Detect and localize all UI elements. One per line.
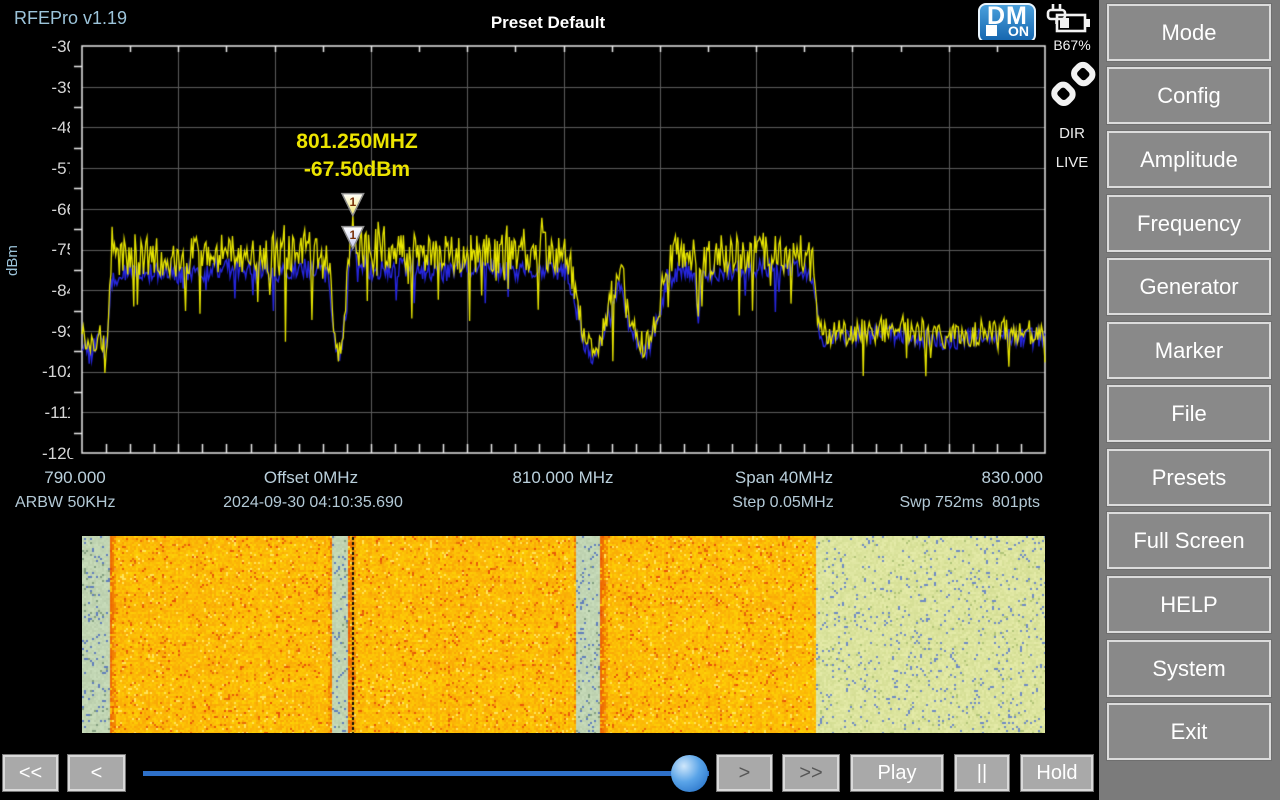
menu-button-config[interactable]: Config — [1107, 67, 1271, 124]
y-tick-label: -93 — [0, 322, 76, 342]
freq-offset-label: Offset 0MHz — [264, 468, 358, 488]
y-tick-label: -48 — [0, 118, 76, 138]
dm-square-icon — [986, 25, 997, 36]
step-back-button[interactable]: < — [68, 755, 125, 791]
menu-button-marker[interactable]: Marker — [1107, 322, 1271, 379]
y-tick-label: -75 — [0, 240, 76, 260]
menu-button-system[interactable]: System — [1107, 640, 1271, 697]
y-tick-label: -111 — [0, 403, 76, 423]
timestamp-label: 2024-09-30 04:10:35.690 — [223, 494, 403, 512]
page-title: Preset Default — [0, 13, 1096, 33]
sweep-label: Swp 752ms 801pts — [899, 494, 1040, 512]
marker-1-average-number: 1 — [349, 228, 356, 242]
menu-panel: Mode Config Amplitude Frequency Generato… — [1099, 0, 1280, 800]
marker-readout: 801.250MHZ -67.50dBm — [237, 128, 477, 184]
menu-button-file[interactable]: File — [1107, 385, 1271, 442]
marker-1-peak-number: 1 — [349, 195, 356, 209]
y-tick-label: -120 — [0, 444, 76, 464]
battery-charging-icon — [1044, 3, 1092, 35]
battery-level-label: B67% — [1046, 37, 1098, 53]
waterfall-canvas[interactable] — [82, 536, 1045, 733]
freq-span-label: Span 40MHz — [735, 468, 833, 488]
y-tick-label: -39 — [0, 78, 76, 98]
y-tick-label: -84 — [0, 281, 76, 301]
step-label: Step 0.05MHz — [732, 494, 833, 512]
dm-toggle-indicator[interactable]: DM ON — [978, 3, 1036, 43]
spectrum-plot-canvas[interactable] — [70, 40, 1050, 458]
live-status-label: LIVE — [1046, 154, 1098, 171]
menu-button-presets[interactable]: Presets — [1107, 449, 1271, 506]
rewind-button[interactable]: << — [3, 755, 58, 791]
timeline-slider-thumb[interactable] — [671, 755, 708, 792]
menu-button-mode[interactable]: Mode — [1107, 4, 1271, 61]
menu-button-help[interactable]: HELP — [1107, 576, 1271, 633]
pause-button[interactable]: || — [955, 755, 1009, 791]
menu-button-exit[interactable]: Exit — [1107, 703, 1271, 760]
marker-amplitude-label: -67.50dBm — [237, 156, 477, 184]
arbw-label: ARBW 50KHz — [15, 494, 115, 512]
hold-button[interactable]: Hold — [1021, 755, 1093, 791]
y-tick-label: -30 — [0, 37, 76, 57]
y-tick-label: -57 — [0, 159, 76, 179]
menu-button-amplitude[interactable]: Amplitude — [1107, 131, 1271, 188]
y-tick-label: -102 — [0, 362, 76, 382]
app-window: RFEPro v1.19 Preset Default DM ON B67% D… — [0, 0, 1280, 800]
timeline-slider-track[interactable] — [143, 771, 709, 776]
freq-start-label: 790.000 — [44, 468, 105, 488]
fast-forward-button[interactable]: >> — [783, 755, 839, 791]
menu-button-full-screen[interactable]: Full Screen — [1107, 512, 1271, 569]
menu-button-generator[interactable]: Generator — [1107, 258, 1271, 315]
play-button[interactable]: Play — [851, 755, 943, 791]
link-disconnected-icon — [1050, 60, 1096, 110]
step-forward-button[interactable]: > — [717, 755, 772, 791]
menu-button-frequency[interactable]: Frequency — [1107, 195, 1271, 252]
marker-frequency-label: 801.250MHZ — [237, 128, 477, 156]
freq-center-label: 810.000 MHz — [512, 468, 613, 488]
dm-on-label: ON — [1008, 23, 1029, 39]
dir-status-label: DIR — [1046, 125, 1098, 142]
freq-end-label: 830.000 — [982, 468, 1043, 488]
y-tick-label: -66 — [0, 200, 76, 220]
